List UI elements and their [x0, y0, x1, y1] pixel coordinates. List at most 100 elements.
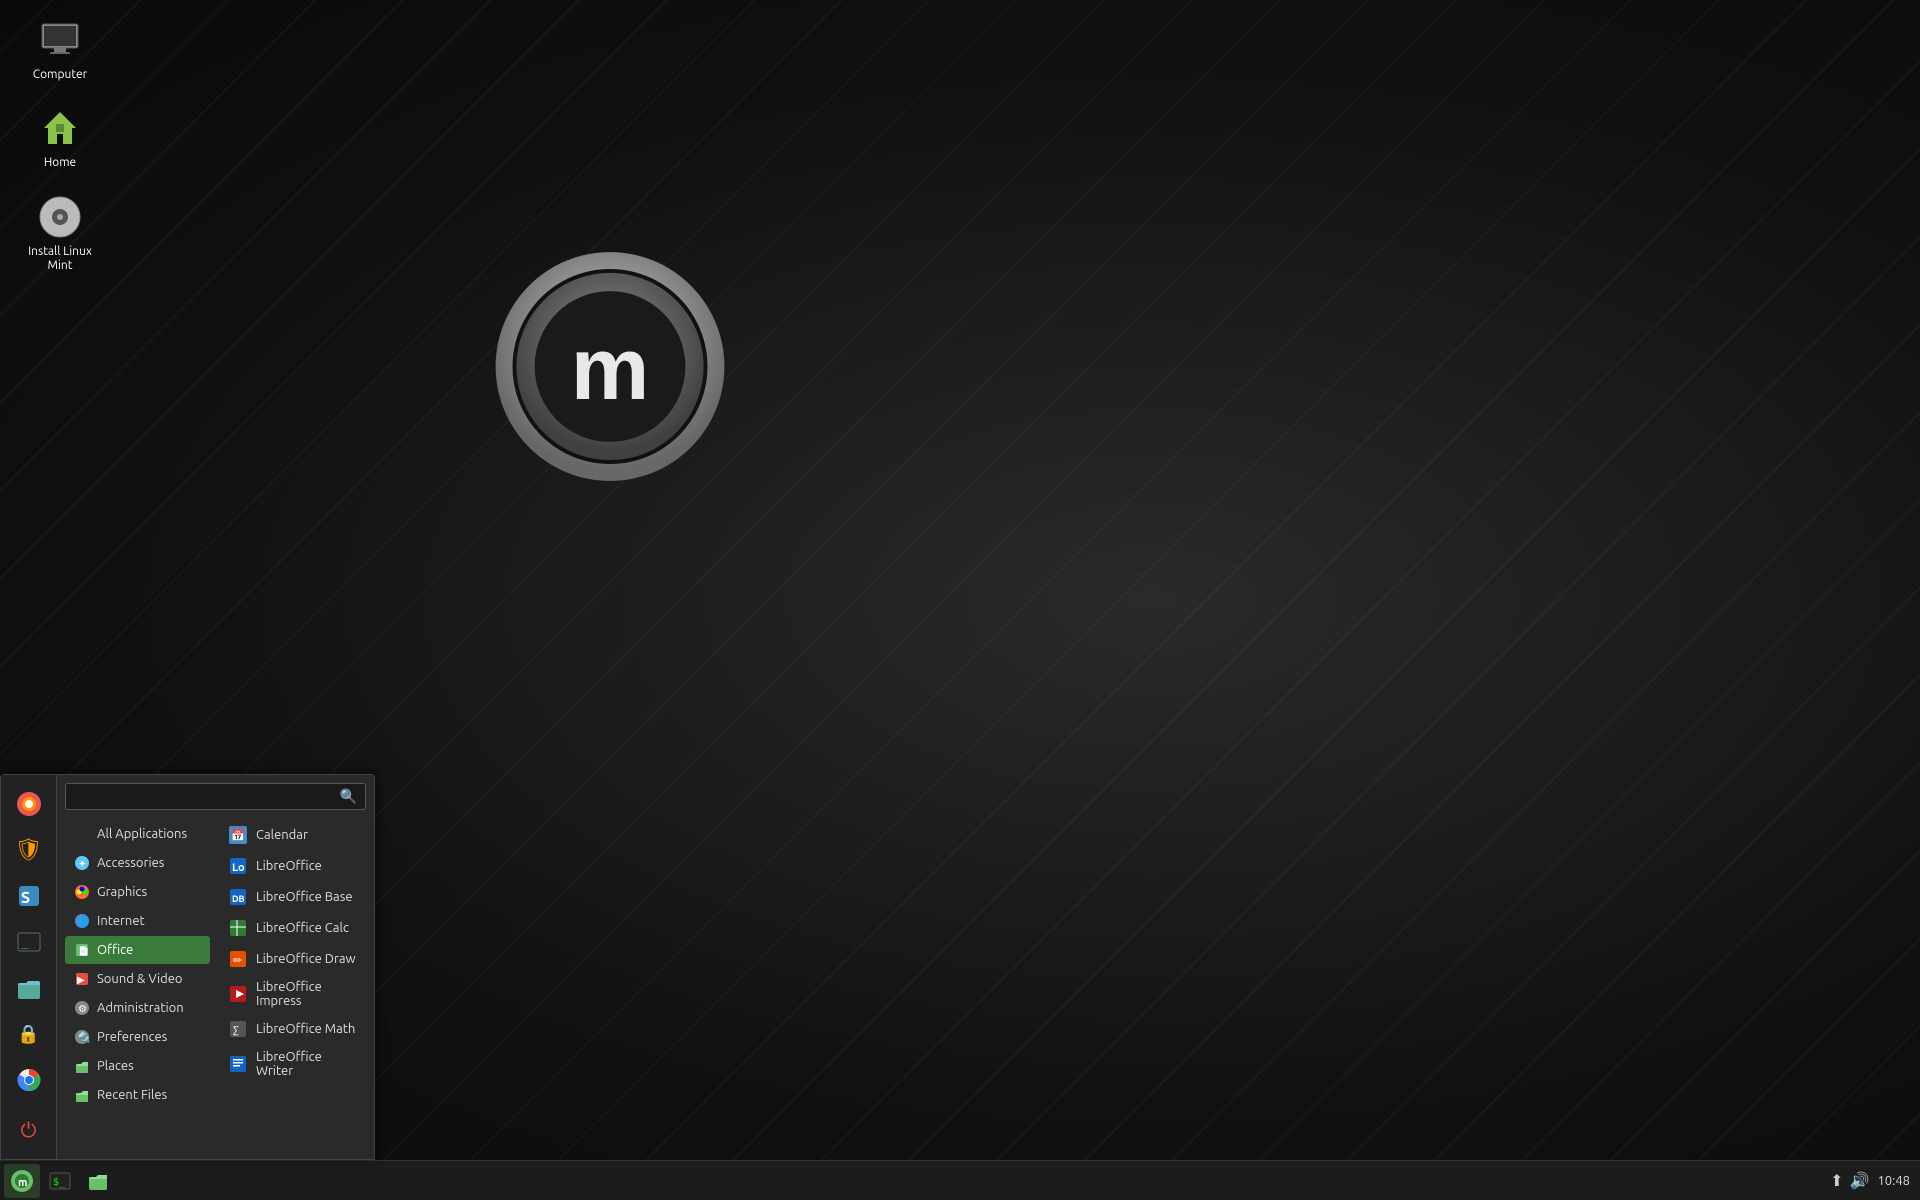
svg-text:▶: ▶: [77, 974, 85, 985]
app-libreoffice-draw-label: LibreOffice Draw: [256, 952, 356, 966]
search-input[interactable]: [74, 789, 340, 804]
apps-list: 📅 Calendar Lo LibreOffice: [210, 820, 366, 1151]
category-sound-video-label: Sound & Video: [97, 972, 183, 986]
app-libreoffice-impress[interactable]: LibreOffice Impress: [220, 975, 366, 1013]
app-libreoffice-writer-label: LibreOffice Writer: [256, 1050, 358, 1078]
category-recent-icon: [73, 1086, 91, 1104]
install-label: Install Linux Mint: [26, 245, 94, 274]
category-list: All Applications ✦ Accessories: [65, 820, 210, 1151]
category-internet-icon: 🌐: [73, 912, 91, 930]
libreoffice-impress-icon: [228, 984, 248, 1004]
desktop-icons: Computer Home Install Linux Mint: [20, 10, 100, 280]
category-all-label: All Applications: [97, 827, 187, 841]
start-main: 🔍 All Applications ✦ Accessories: [57, 775, 374, 1159]
taskbar: m $_ ⬆ 🔊: [0, 1160, 1920, 1200]
category-recent-label: Recent Files: [97, 1088, 167, 1102]
desktop-icon-home[interactable]: Home: [20, 98, 100, 176]
taskbar-left: m $_: [0, 1164, 120, 1198]
libreoffice-base-icon: DB: [228, 887, 248, 907]
svg-text:_: _: [21, 935, 29, 949]
category-preferences[interactable]: 🔩 Preferences: [65, 1023, 210, 1051]
category-accessories[interactable]: ✦ Accessories: [65, 849, 210, 877]
search-bar[interactable]: 🔍: [65, 783, 366, 810]
category-places[interactable]: Places: [65, 1052, 210, 1080]
sidebar-icon-google[interactable]: [8, 1059, 50, 1101]
libreoffice-draw-icon: ✏: [228, 949, 248, 969]
app-libreoffice-writer[interactable]: LibreOffice Writer: [220, 1045, 366, 1083]
home-label: Home: [44, 156, 76, 170]
category-places-label: Places: [97, 1059, 134, 1073]
app-libreoffice-base[interactable]: DB LibreOffice Base: [220, 882, 366, 912]
category-recent[interactable]: Recent Files: [65, 1081, 210, 1109]
sidebar-icon-firefox[interactable]: [8, 783, 50, 825]
taskbar-mint-menu[interactable]: m: [4, 1164, 40, 1198]
category-administration[interactable]: ⚙ Administration: [65, 994, 210, 1022]
desktop-icon-install[interactable]: Install Linux Mint: [20, 187, 100, 280]
category-accessories-icon: ✦: [73, 854, 91, 872]
svg-text:🌐: 🌐: [78, 916, 89, 927]
svg-text:✏: ✏: [233, 955, 243, 967]
svg-text:m: m: [571, 319, 650, 418]
install-icon: [36, 193, 84, 241]
libreoffice-math-icon: ∑: [228, 1019, 248, 1039]
desktop-icon-computer[interactable]: Computer: [20, 10, 100, 88]
app-libreoffice-math[interactable]: ∑ LibreOffice Math: [220, 1014, 366, 1044]
app-libreoffice-calc-label: LibreOffice Calc: [256, 921, 349, 935]
category-all-icon: [73, 825, 91, 843]
libreoffice-writer-icon: [228, 1054, 248, 1074]
svg-text:Lo: Lo: [232, 862, 245, 874]
sidebar-icon-update[interactable]: 🛡: [8, 829, 50, 871]
category-graphics-icon: [73, 883, 91, 901]
home-icon: [36, 104, 84, 152]
taskbar-terminal-btn[interactable]: $_: [42, 1164, 78, 1198]
svg-text:DB: DB: [232, 894, 245, 904]
svg-text:📄: 📄: [78, 945, 89, 956]
app-libreoffice-draw[interactable]: ✏ LibreOffice Draw: [220, 944, 366, 974]
sidebar-icon-lock[interactable]: 🔒: [8, 1013, 50, 1055]
svg-text:🔩: 🔩: [78, 1031, 90, 1044]
category-preferences-label: Preferences: [97, 1030, 167, 1044]
category-all[interactable]: All Applications: [65, 820, 210, 848]
category-graphics-label: Graphics: [97, 885, 147, 899]
category-sound-video[interactable]: ▶ Sound & Video: [65, 965, 210, 993]
app-libreoffice-label: LibreOffice: [256, 859, 322, 873]
search-icon: 🔍: [340, 788, 357, 805]
svg-text:S: S: [21, 889, 30, 907]
app-libreoffice-impress-label: LibreOffice Impress: [256, 980, 358, 1008]
category-sound-video-icon: ▶: [73, 970, 91, 988]
svg-text:∑: ∑: [233, 1025, 239, 1037]
desktop: m Computer Home: [0, 0, 1920, 1200]
libreoffice-calc-icon: [228, 918, 248, 938]
svg-text:⚙: ⚙: [78, 1003, 87, 1014]
sidebar-icon-power[interactable]: ⏻: [8, 1109, 50, 1151]
app-libreoffice-calc[interactable]: LibreOffice Calc: [220, 913, 366, 943]
taskbar-system-icons: ⬆ 🔊: [1830, 1171, 1869, 1190]
category-office-label: Office: [97, 943, 133, 957]
category-accessories-label: Accessories: [97, 856, 164, 870]
app-libreoffice-math-label: LibreOffice Math: [256, 1022, 355, 1036]
sidebar-icon-terminal[interactable]: _: [8, 921, 50, 963]
app-libreoffice[interactable]: Lo LibreOffice: [220, 851, 366, 881]
calendar-icon: 📅: [228, 825, 248, 845]
svg-text:m: m: [18, 1177, 27, 1189]
category-office-icon: 📄: [73, 941, 91, 959]
sidebar-icon-synaptic[interactable]: S: [8, 875, 50, 917]
svg-text:✦: ✦: [78, 858, 86, 869]
category-internet-label: Internet: [97, 914, 145, 928]
menu-columns: All Applications ✦ Accessories: [65, 820, 366, 1151]
volume-icon[interactable]: 🔊: [1850, 1171, 1870, 1190]
taskbar-files-btn[interactable]: [80, 1164, 116, 1198]
network-icon[interactable]: ⬆: [1830, 1171, 1843, 1190]
mint-logo: m: [480, 230, 740, 490]
category-administration-icon: ⚙: [73, 999, 91, 1017]
sidebar-icon-files[interactable]: [8, 967, 50, 1009]
category-office[interactable]: 📄 Office: [65, 936, 210, 964]
app-calendar[interactable]: 📅 Calendar: [220, 820, 366, 850]
app-libreoffice-base-label: LibreOffice Base: [256, 890, 353, 904]
category-graphics[interactable]: Graphics: [65, 878, 210, 906]
computer-icon: [36, 16, 84, 64]
category-internet[interactable]: 🌐 Internet: [65, 907, 210, 935]
category-preferences-icon: 🔩: [73, 1028, 91, 1046]
computer-label: Computer: [33, 68, 87, 82]
libreoffice-icon: Lo: [228, 856, 248, 876]
